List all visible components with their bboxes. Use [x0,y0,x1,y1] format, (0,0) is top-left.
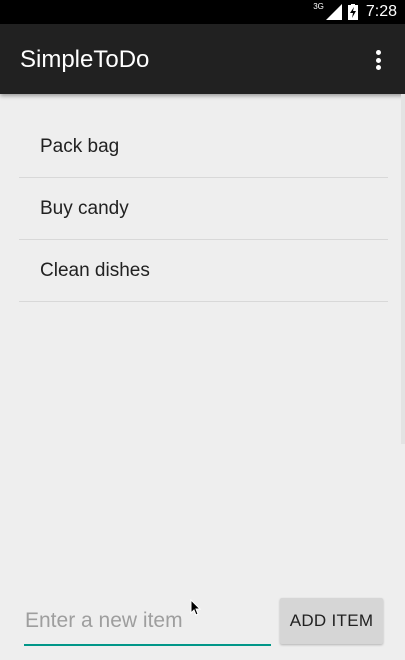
overflow-dot [375,50,381,55]
overflow-dot [375,57,381,63]
overflow-dot [375,65,381,70]
todo-item[interactable]: Pack bag [19,116,388,178]
status-icons: 3G 7:28 [313,0,397,24]
scrollbar[interactable] [401,94,405,444]
new-item-field-wrapper [24,598,271,646]
add-item-button[interactable]: ADD ITEM [280,598,383,644]
overflow-menu-icon[interactable] [369,48,387,72]
todo-item[interactable]: Buy candy [19,178,388,240]
todo-item[interactable]: Clean dishes [19,240,388,302]
battery-charging-icon [347,4,358,20]
new-item-input[interactable] [24,598,271,646]
signal-icon [325,4,342,20]
mouse-pointer-icon [190,599,202,616]
app-bar: SimpleToDo [0,24,405,94]
todo-list: Pack bag Buy candy Clean dishes [19,116,388,302]
status-bar: 3G 7:28 [0,0,405,24]
status-time: 7:28 [365,3,397,20]
network-type-label: 3G [313,1,324,11]
app-title: SimpleToDo [20,46,150,73]
